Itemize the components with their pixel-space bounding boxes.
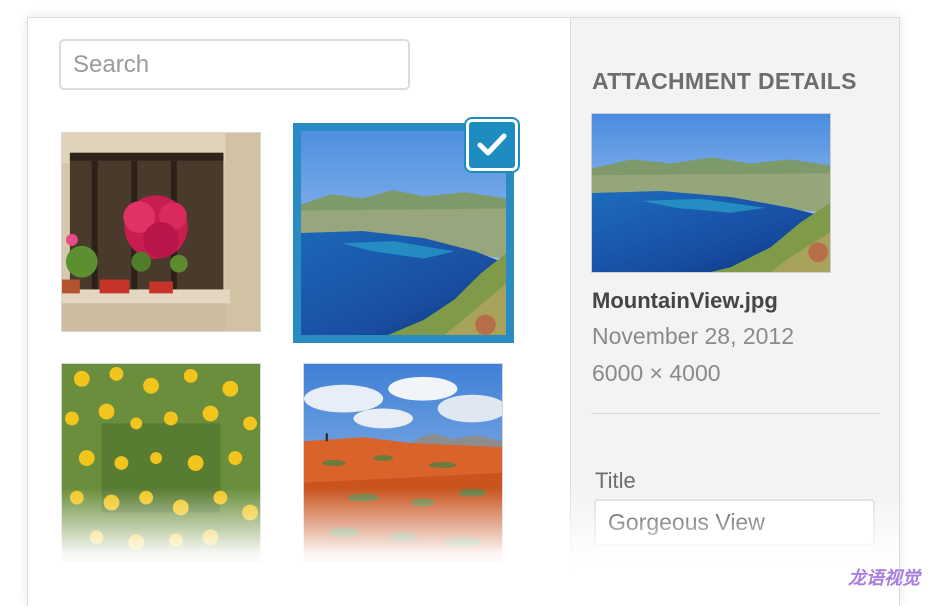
watermark: 龙语视觉 (848, 568, 920, 589)
attachment-filename: MountainView.jpg (592, 288, 778, 313)
grid-fade-overlay (28, 488, 570, 606)
media-modal: ATTACHMENT DETAILS MountainView.jpg Nove… (27, 17, 900, 606)
attachment-preview-image (591, 113, 831, 273)
selected-check-button[interactable] (466, 119, 518, 171)
sidebar-divider (591, 413, 880, 414)
attachment-date: November 28, 2012 (592, 323, 795, 349)
attachment-dimensions: 6000 × 4000 (592, 360, 721, 386)
attachment-details-heading: ATTACHMENT DETAILS (592, 68, 857, 94)
search-input[interactable] (59, 39, 410, 90)
preview-image (592, 114, 830, 272)
checkmark-icon (477, 133, 507, 156)
thumbnail-image (62, 133, 260, 331)
thumbnail-window-flowers[interactable] (61, 132, 261, 332)
